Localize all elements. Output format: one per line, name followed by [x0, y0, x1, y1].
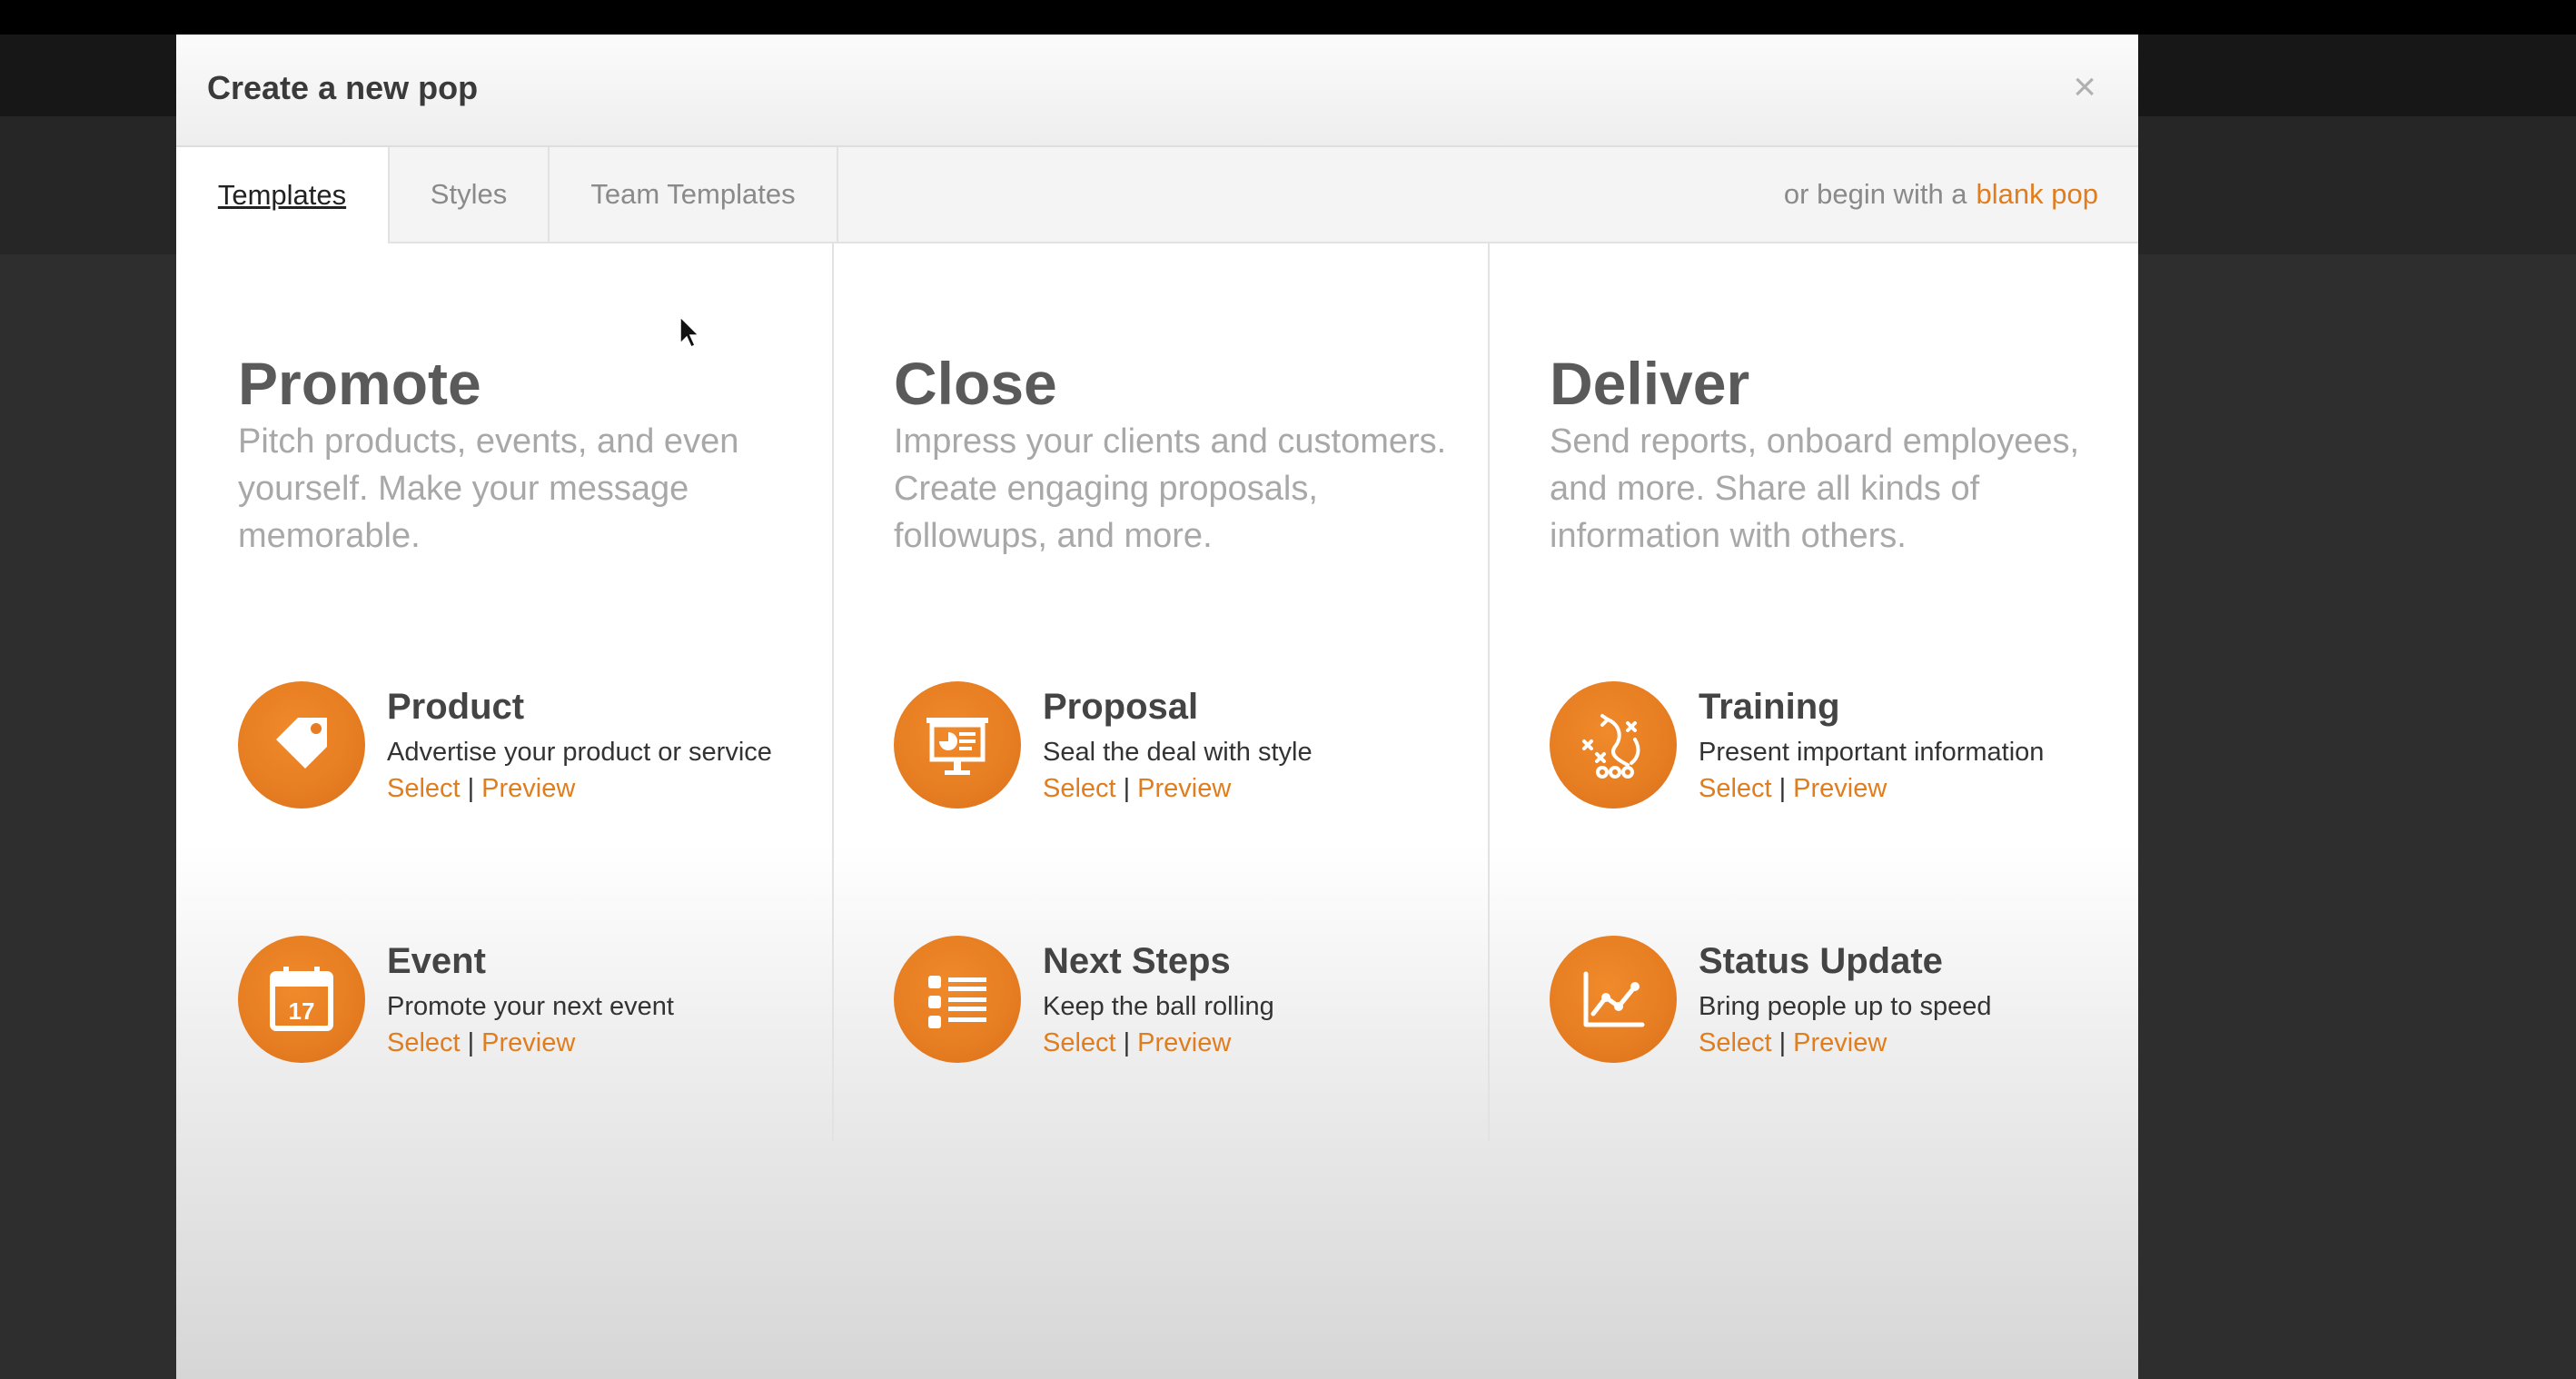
template-status-update: Status Update Bring people up to speed S…	[1550, 936, 2131, 1063]
presentation-icon[interactable]	[894, 681, 1021, 809]
select-link[interactable]: Select	[387, 1028, 461, 1057]
tab-templates[interactable]: Templates	[176, 147, 390, 243]
template-title: Next Steps	[1043, 941, 1231, 981]
column-close: Close Impress your clients and customers…	[832, 242, 1488, 1141]
modal-header: Create a new pop ×	[176, 35, 2138, 147]
blank-pop-prompt: or begin with a blank pop	[1784, 147, 2098, 242]
template-description: Present important information	[1699, 738, 2045, 767]
template-product: Product Advertise your product or servic…	[238, 681, 819, 809]
template-description: Seal the deal with style	[1043, 738, 1313, 767]
template-title: Status Update	[1699, 941, 1943, 981]
link-separator: |	[467, 1028, 475, 1057]
select-link[interactable]: Select	[1699, 1028, 1772, 1057]
tag-icon[interactable]	[238, 681, 365, 809]
select-link[interactable]: Select	[1699, 774, 1772, 803]
template-links: Select | Preview	[1699, 1028, 1887, 1058]
tab-styles[interactable]: Styles	[390, 147, 550, 242]
template-description: Keep the ball rolling	[1043, 992, 1274, 1021]
calendar-day: 17	[289, 997, 315, 1025]
top-black-bar	[0, 0, 2576, 35]
column-title: Close	[894, 350, 1057, 417]
select-link[interactable]: Select	[1043, 774, 1116, 803]
template-description: Bring people up to speed	[1699, 992, 1992, 1021]
column-promote: Promote Pitch products, events, and even…	[176, 242, 830, 1141]
template-event: 17 Event Promote your next event Select |…	[238, 936, 819, 1063]
playbook-icon[interactable]	[1550, 681, 1677, 809]
link-separator: |	[1778, 774, 1787, 803]
column-description: Pitch products, events, and even yoursel…	[238, 422, 739, 555]
template-links: Select | Preview	[387, 774, 575, 804]
column-title: Deliver	[1550, 350, 1750, 417]
tab-team-templates[interactable]: Team Templates	[550, 147, 838, 242]
preview-link[interactable]: Preview	[1793, 1028, 1887, 1057]
link-separator: |	[1123, 774, 1131, 803]
template-links: Select | Preview	[387, 1028, 575, 1058]
template-training: Training Present important information S…	[1550, 681, 2131, 809]
link-separator: |	[1123, 1028, 1131, 1057]
column-description: Send reports, onboard employees, and mor…	[1550, 422, 2080, 555]
column-description: Impress your clients and customers. Crea…	[894, 422, 1447, 555]
preview-link[interactable]: Preview	[1793, 774, 1887, 803]
template-title: Product	[387, 687, 525, 727]
preview-link[interactable]: Preview	[481, 774, 575, 803]
template-title: Event	[387, 941, 486, 981]
blank-pop-prefix: or begin with a	[1783, 178, 1967, 210]
template-title: Proposal	[1043, 687, 1199, 727]
template-links: Select | Preview	[1699, 774, 1887, 804]
column-title: Promote	[238, 350, 481, 417]
modal-title: Create a new pop	[207, 69, 479, 106]
close-icon[interactable]: ×	[2073, 67, 2096, 107]
link-separator: |	[467, 774, 475, 803]
template-links: Select | Preview	[1043, 1028, 1231, 1058]
line-chart-icon[interactable]	[1550, 936, 1677, 1063]
create-pop-modal: Create a new pop × Templates Styles Team…	[176, 35, 2138, 1379]
preview-link[interactable]: Preview	[1137, 774, 1231, 803]
template-proposal: Proposal Seal the deal with style Select…	[894, 681, 1475, 809]
template-description: Promote your next event	[387, 992, 674, 1021]
calendar-icon[interactable]: 17	[238, 936, 365, 1063]
tab-bar: Templates Styles Team Templates or begin…	[176, 147, 2138, 243]
column-deliver: Deliver Send reports, onboard employees,…	[1488, 242, 2138, 1141]
link-separator: |	[1778, 1028, 1787, 1057]
list-icon[interactable]	[894, 936, 1021, 1063]
select-link[interactable]: Select	[387, 774, 461, 803]
select-link[interactable]: Select	[1043, 1028, 1116, 1057]
template-links: Select | Preview	[1043, 774, 1231, 804]
template-next-steps: Next Steps Keep the ball rolling Select |…	[894, 936, 1475, 1063]
template-description: Advertise your product or service	[387, 738, 772, 767]
blank-pop-link[interactable]: blank pop	[1977, 178, 2098, 211]
preview-link[interactable]: Preview	[481, 1028, 575, 1057]
mouse-cursor-icon	[679, 316, 699, 349]
template-title: Training	[1699, 687, 1840, 727]
preview-link[interactable]: Preview	[1137, 1028, 1231, 1057]
